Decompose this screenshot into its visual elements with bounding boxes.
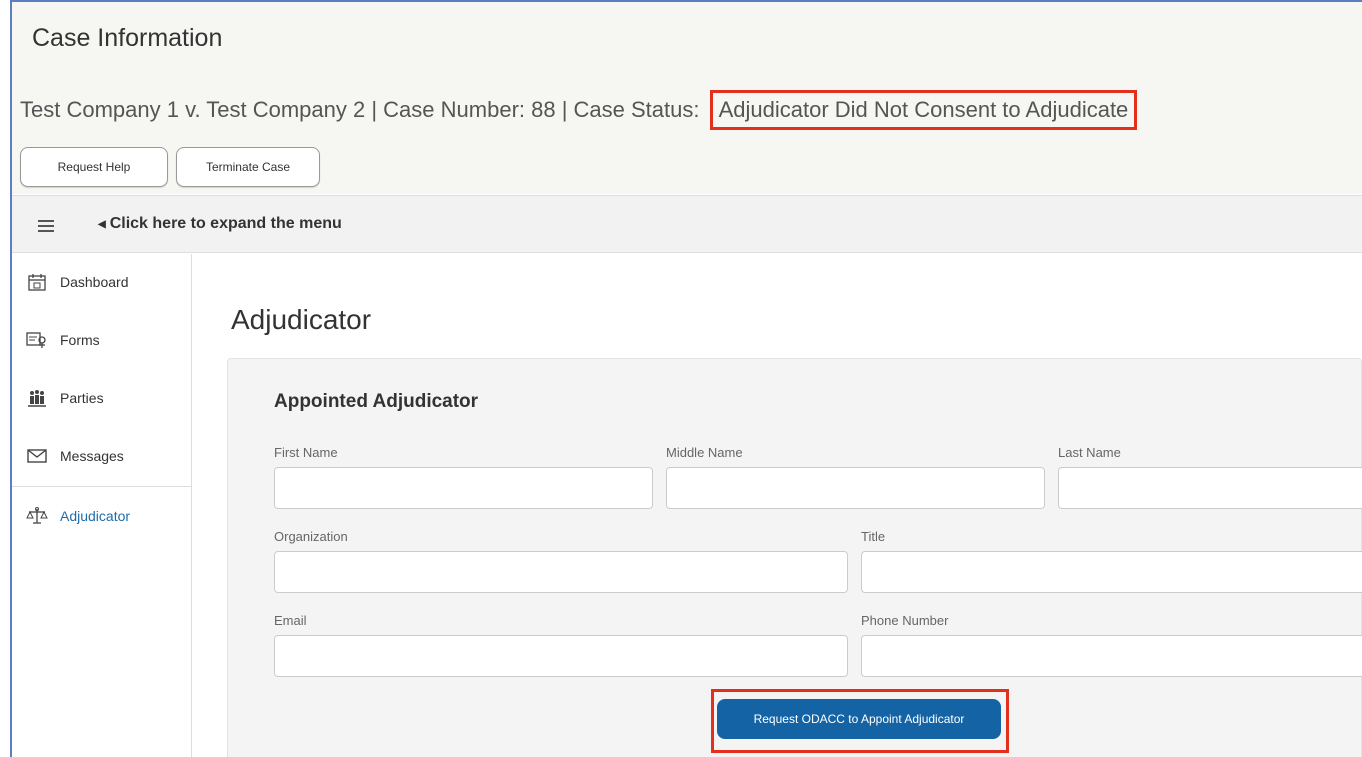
terminate-case-button[interactable]: Terminate Case bbox=[176, 147, 320, 187]
request-button-highlight: Request ODACC to Appoint Adjudicator bbox=[711, 689, 1009, 753]
case-status-badge: Adjudicator Did Not Consent to Adjudicat… bbox=[709, 90, 1138, 130]
last-name-label: Last Name bbox=[1058, 445, 1121, 460]
first-name-field[interactable] bbox=[274, 467, 653, 509]
menu-bar: ◀ Click here to expand the menu bbox=[12, 195, 1362, 253]
request-help-button[interactable]: Request Help bbox=[20, 147, 168, 187]
sidebar-item-messages[interactable]: Messages bbox=[26, 444, 124, 468]
expand-menu-link[interactable]: ◀ Click here to expand the menu bbox=[98, 215, 342, 233]
request-odacc-button[interactable]: Request ODACC to Appoint Adjudicator bbox=[717, 699, 1001, 739]
phone-number-label: Phone Number bbox=[861, 613, 949, 628]
scales-icon bbox=[26, 506, 48, 526]
main-content: Adjudicator Appointed Adjudicator First … bbox=[193, 254, 1362, 757]
sidebar-item-forms[interactable]: Forms bbox=[26, 328, 100, 352]
email-field[interactable] bbox=[274, 635, 848, 677]
expand-menu-label: Click here to expand the menu bbox=[109, 215, 342, 232]
case-summary: Test Company 1 v. Test Company 2 | Case … bbox=[20, 90, 1138, 130]
calendar-icon bbox=[26, 272, 48, 292]
sidebar-item-label: Messages bbox=[60, 448, 124, 464]
sidebar-divider bbox=[12, 486, 192, 487]
adjudicator-card: Appointed Adjudicator First Name Middle … bbox=[227, 358, 1362, 757]
sidebar-item-dashboard[interactable]: Dashboard bbox=[26, 270, 129, 294]
page-heading: Case Information bbox=[32, 24, 223, 52]
card-title: Appointed Adjudicator bbox=[274, 391, 479, 412]
first-name-label: First Name bbox=[274, 445, 338, 460]
sidebar: Dashboard Forms Parties Messages Adjudic… bbox=[12, 254, 192, 757]
hamburger-icon[interactable] bbox=[38, 220, 54, 232]
middle-name-label: Middle Name bbox=[666, 445, 743, 460]
sidebar-item-label: Parties bbox=[60, 390, 104, 406]
sidebar-item-label: Adjudicator bbox=[60, 508, 131, 524]
organization-field[interactable] bbox=[274, 551, 848, 593]
email-label: Email bbox=[274, 613, 307, 628]
parties-icon bbox=[26, 388, 48, 408]
last-name-field[interactable] bbox=[1058, 467, 1362, 509]
phone-number-field[interactable] bbox=[861, 635, 1362, 677]
case-header: Case Information Test Company 1 v. Test … bbox=[12, 2, 1362, 194]
envelope-icon bbox=[26, 446, 48, 466]
app-window: Case Information Test Company 1 v. Test … bbox=[10, 0, 1362, 757]
middle-name-field[interactable] bbox=[666, 467, 1045, 509]
organization-label: Organization bbox=[274, 529, 348, 544]
title-field[interactable] bbox=[861, 551, 1362, 593]
sidebar-item-label: Dashboard bbox=[60, 274, 129, 290]
page-title: Adjudicator bbox=[231, 304, 372, 335]
sidebar-item-adjudicator[interactable]: Adjudicator bbox=[26, 504, 130, 528]
forms-icon bbox=[26, 330, 48, 350]
caret-left-icon: ◀ bbox=[98, 219, 106, 230]
sidebar-item-parties[interactable]: Parties bbox=[26, 386, 104, 410]
sidebar-item-label: Forms bbox=[60, 332, 100, 348]
case-summary-text: Test Company 1 v. Test Company 2 | Case … bbox=[20, 97, 700, 122]
title-label: Title bbox=[861, 529, 886, 544]
